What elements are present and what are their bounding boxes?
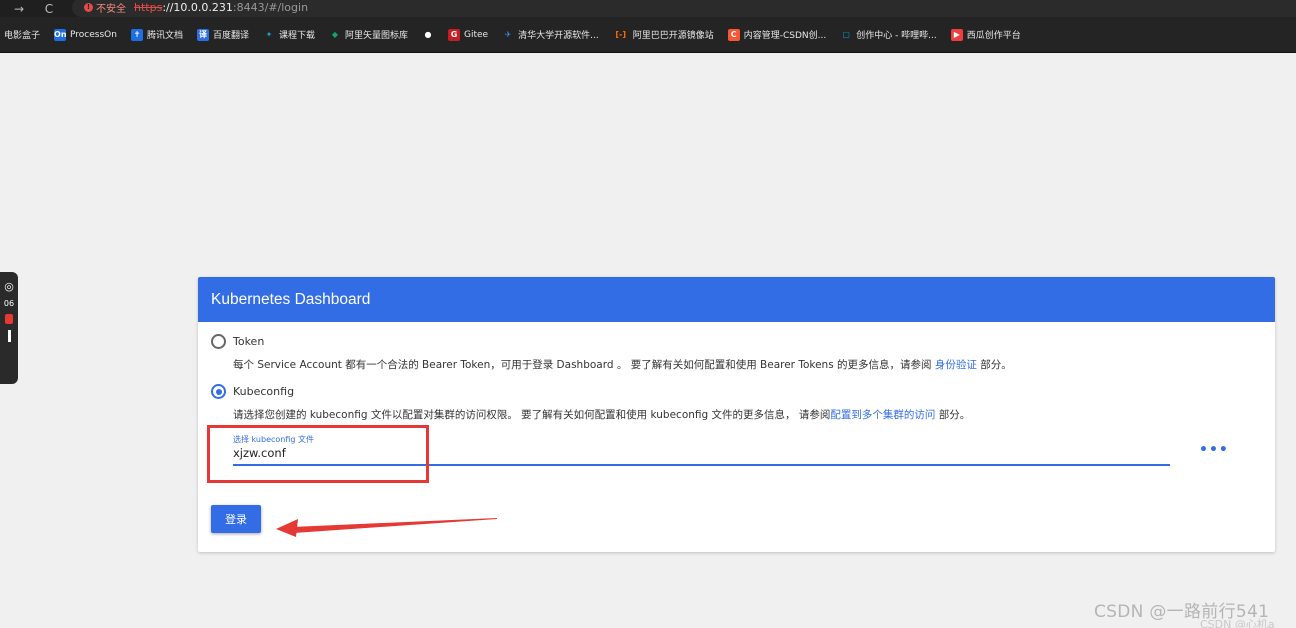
bookmark-item[interactable]: ◆ 阿里矢量图标库 (329, 28, 409, 42)
security-indicator[interactable]: ! 不安全 (84, 0, 126, 15)
bookmarks-bar: 电影盒子 On ProcessOn ✝ 腾讯文档译百度翻译 ✦ 课程下载 ◆ 阿里矢量图标库 ● G… (0, 17, 1296, 53)
auth-docs-link[interactable]: 身份验证 (935, 359, 977, 371)
bookmark-item[interactable]: On ProcessOn (54, 28, 117, 41)
url-host: ://10.0.0.231 (162, 1, 233, 14)
url-path: :8443/#/login (232, 1, 309, 14)
bookmark-item[interactable]: [-] 阿里巴巴开源镜像站 (613, 28, 714, 42)
bookmark-icon: ▶ (950, 28, 963, 41)
bookmark-item[interactable]: C 内容管理-CSDN创... (727, 28, 827, 41)
bookmark-item[interactable]: ✝ 腾讯文档 (130, 28, 183, 41)
bookmark-label: 电影盒子 (4, 31, 41, 41)
bookmark-label: Gitee (464, 29, 489, 40)
watermark-secondary: CSDN @心机a (1200, 618, 1275, 628)
bookmark-icon: ✝ (130, 28, 143, 41)
url-scheme: https (134, 1, 163, 14)
browser-address-bar: → C ! 不安全 https://10.0.0.231:8443/#/logi… (0, 0, 1296, 17)
token-option[interactable]: Token (211, 334, 264, 349)
swirl-icon: ◎ (4, 280, 14, 293)
bookmark-icon: ● (424, 29, 432, 39)
security-label: 不安全 (96, 4, 126, 15)
bookmark-item[interactable]: ✦ 课程下载 (263, 28, 315, 42)
token-description: 每个 Service Account 都有一个合法的 Bearer Token，… (233, 357, 1012, 372)
warning-icon: ! (84, 3, 93, 12)
kubeconfig-label: Kubeconfig (233, 385, 295, 398)
more-icon[interactable]: ••• (1199, 443, 1229, 457)
bookmark-icon: On (54, 28, 67, 41)
kubeconfig-radio[interactable] (211, 384, 226, 399)
kube-desc-text: 请选择您创建的 kubeconfig 文件以配置对集群的访问权限。 要了解有关如… (233, 409, 831, 421)
bookmark-icon: ✦ (265, 29, 273, 39)
side-floating-widget[interactable]: ◎ 06 (0, 272, 18, 384)
bookmark-item[interactable]: ▢ 创作中心 - 哔哩哔... (840, 28, 937, 42)
bookmark-label: 课程下载 (278, 31, 315, 41)
bookmark-label: 百度翻译 (212, 31, 249, 41)
bookmark-item[interactable]: 译百度翻译 (196, 28, 249, 41)
side-widget-text: 06 (3, 299, 15, 308)
bookmark-item[interactable]: ✈ 清华大学开源软件... (502, 28, 599, 42)
highlight-box (207, 425, 429, 483)
record-icon[interactable] (5, 314, 13, 324)
login-button[interactable]: 登录 (211, 505, 261, 533)
bookmark-label: 创作中心 - 哔哩哔... (856, 31, 937, 41)
bookmark-label: 清华大学开源软件... (518, 31, 599, 41)
bookmark-label: 腾讯文档 (146, 31, 183, 41)
bar-icon[interactable] (7, 330, 11, 342)
bookmark-label: 阿里矢量图标库 (345, 31, 409, 41)
login-card: Kubernetes Dashboard Token 每个 Service Ac… (198, 277, 1275, 552)
token-desc-suffix: 部分。 (976, 359, 1012, 371)
bookmark-item[interactable]: 电影盒子 (4, 28, 40, 41)
bookmark-label: ProcessOn (70, 29, 117, 40)
bookmark-item[interactable]: G Gitee (448, 28, 489, 41)
multi-cluster-docs-link[interactable]: 配置到多个集群的访问 (830, 409, 935, 421)
kubeconfig-description: 请选择您创建的 kubeconfig 文件以配置对集群的访问权限。 要了解有关如… (233, 407, 970, 422)
bookmark-icon: ✈ (504, 29, 512, 39)
card-title: Kubernetes Dashboard (198, 277, 1275, 322)
bookmark-icon: 译 (196, 28, 209, 41)
kubeconfig-option[interactable]: Kubeconfig (211, 384, 294, 399)
url-field[interactable]: ! 不安全 https://10.0.0.231:8443/#/login (72, 0, 1296, 17)
bookmark-icon: [-] (615, 29, 626, 39)
token-label: Token (233, 335, 265, 348)
bookmark-label: 阿里巴巴开源镜像站 (632, 31, 714, 41)
reload-icon[interactable]: C (34, 2, 64, 16)
forward-icon[interactable]: → (4, 2, 34, 16)
bookmark-icon: ▢ (842, 29, 850, 39)
bookmark-label: 内容管理-CSDN创... (743, 31, 827, 41)
kube-desc-suffix: 部分。 (935, 409, 971, 421)
bookmark-icon: G (448, 28, 461, 41)
token-desc-text: 每个 Service Account 都有一个合法的 Bearer Token，… (233, 359, 935, 371)
token-radio[interactable] (211, 334, 226, 349)
bookmark-item[interactable]: ● (422, 29, 434, 41)
bookmark-icon: C (727, 28, 740, 41)
bookmark-item[interactable]: ▶ 西瓜创作平台 (950, 28, 1021, 41)
bookmark-label: 西瓜创作平台 (966, 31, 1021, 41)
bookmark-icon: ◆ (331, 29, 339, 39)
